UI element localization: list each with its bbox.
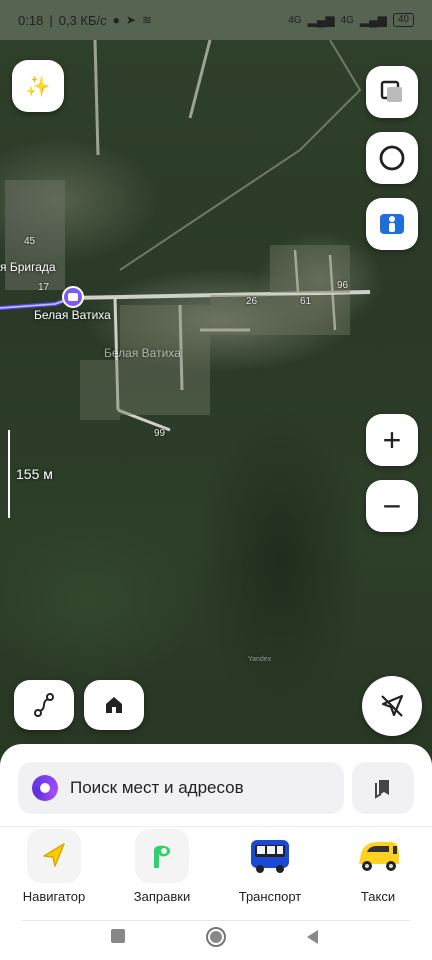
compass-button[interactable] [366, 132, 418, 184]
bus-icon [251, 840, 289, 873]
signal-icon: ▂▄▆ [359, 13, 387, 27]
signal-right-label: 4G [340, 14, 354, 26]
alice-sparkle-button[interactable]: ✨ [12, 60, 64, 112]
telegram-icon: ➤ [125, 13, 136, 27]
back-button[interactable] [304, 928, 320, 946]
services-row: Навигатор Заправки Транспорт Такси [0, 826, 432, 910]
location-arrow-off-icon [381, 694, 404, 717]
status-time: 0:18 [18, 12, 44, 28]
service-label: Такси [360, 889, 396, 904]
signal-left-label: 4G [288, 14, 302, 26]
map-roads [0, 39, 371, 432]
panorama-button[interactable] [366, 198, 418, 250]
plus-icon: + [382, 422, 402, 458]
place-label-faint: Белая Ватиха [104, 346, 181, 360]
sparkle-icon: ✨ [25, 75, 51, 98]
zoom-out-button[interactable]: − [366, 480, 418, 532]
house-number: 45 [24, 236, 36, 247]
layers-button[interactable] [366, 66, 418, 118]
route-button[interactable] [14, 680, 74, 730]
service-label: Транспорт [238, 889, 302, 904]
signal-icon: ▂▄▆ [307, 13, 335, 27]
bottom-sheet: Поиск мест и адресов Навигатор Заправки … [0, 744, 432, 960]
house-number: 17 [38, 282, 50, 293]
house-number: 61 [300, 296, 312, 307]
scale-bar [8, 430, 10, 518]
home-nav-button[interactable] [206, 927, 226, 947]
search-bar[interactable]: Поиск мест и адресов [18, 762, 344, 814]
home-dot-icon [210, 931, 222, 943]
place-label[interactable]: Белая Ватиха [34, 308, 111, 322]
my-location-button[interactable] [362, 676, 422, 736]
zoom-in-button[interactable]: + [366, 414, 418, 466]
service-label: Заправки [133, 889, 191, 904]
network-speed: 0,3 КБ/с [58, 12, 107, 28]
home-icon [106, 697, 122, 713]
chat-icon: ● [112, 13, 120, 27]
minus-icon: − [382, 488, 402, 524]
recents-button[interactable] [111, 929, 125, 943]
map-watermark: Yandex [248, 656, 272, 663]
search-placeholder: Поиск мест и адресов [70, 778, 244, 797]
route-point-marker[interactable] [62, 286, 84, 308]
home-button[interactable] [84, 680, 144, 730]
service-transport[interactable]: Транспорт [220, 829, 320, 904]
service-taxi[interactable]: Такси [328, 829, 428, 904]
ring-icon [379, 145, 405, 171]
street-label: я Бригада [0, 260, 56, 274]
wifi-icon: ≋ [141, 13, 152, 27]
scale-label: 155 м [16, 466, 53, 482]
taxi-car-icon [359, 842, 399, 871]
divider [22, 920, 410, 921]
service-navigator[interactable]: Навигатор [4, 829, 104, 904]
service-label: Навигатор [22, 889, 86, 904]
house-number: 26 [246, 296, 258, 307]
person-map-icon [380, 214, 404, 234]
status-bar: 0:18 | 0,3 КБ/с ● ➤ ≋ 4G ▂▄▆ 4G ▂▄▆ 40 [0, 0, 432, 40]
alice-icon[interactable] [32, 775, 58, 801]
layers-icon [380, 80, 402, 102]
route-icon [34, 693, 54, 717]
house-number: 99 [154, 428, 166, 439]
navigator-arrow-icon [43, 843, 65, 867]
service-fuel[interactable]: Заправки [112, 829, 212, 904]
house-number: 96 [337, 280, 349, 291]
bookmarks-icon [375, 780, 389, 799]
fuel-logo-icon [154, 845, 170, 868]
system-nav-bar [0, 920, 432, 960]
briefcase-icon [68, 293, 78, 301]
battery-indicator: 40 [392, 13, 414, 27]
bookmarks-button[interactable] [352, 762, 414, 814]
satellite-map[interactable]: я Бригада Белая Ватиха Белая Ватиха 45 1… [0, 0, 432, 780]
